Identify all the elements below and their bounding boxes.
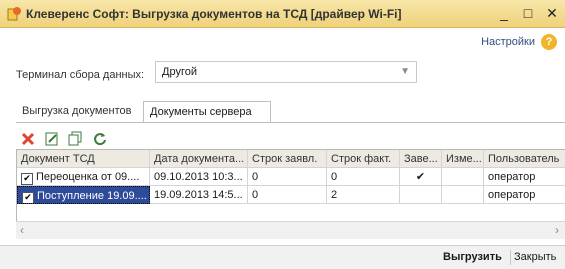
doc-cell[interactable]: ✔ Поступление 19.09.... <box>17 186 150 204</box>
user-cell: оператор <box>484 186 565 204</box>
terminal-select-value: Другой <box>162 66 197 78</box>
actual-cell: 0 <box>327 168 400 186</box>
maximize-button[interactable]: □ <box>521 4 535 22</box>
scroll-left-icon[interactable]: ‹ <box>20 223 24 237</box>
done-cell <box>400 186 442 204</box>
close-button[interactable]: Закрыть <box>514 251 556 263</box>
done-cell: ✔ <box>400 168 442 186</box>
column-header[interactable]: Строк заявл. <box>248 150 327 168</box>
declared-cell: 0 <box>248 168 327 186</box>
column-header[interactable]: Заве... <box>400 150 442 168</box>
row-checkbox[interactable]: ✔ <box>21 173 33 185</box>
refresh-icon[interactable] <box>92 131 108 147</box>
footer-divider <box>510 250 511 265</box>
copy-icon[interactable] <box>68 131 84 147</box>
user-cell: оператор <box>484 168 565 186</box>
changed-cell <box>442 186 484 204</box>
doc-name: Поступление 19.09.... <box>37 190 147 202</box>
column-header[interactable]: Строк факт. <box>327 150 400 168</box>
column-header[interactable]: Пользователь <box>484 150 565 168</box>
title-bar: Клеверенс Софт: Выгрузка документов на Т… <box>0 0 565 28</box>
scroll-right-icon[interactable]: › <box>555 223 559 237</box>
row-checkbox[interactable]: ✔ <box>22 192 34 203</box>
app-icon <box>7 7 21 21</box>
changed-cell <box>442 168 484 186</box>
help-icon[interactable]: ? <box>541 34 557 50</box>
terminal-select[interactable]: Другой ▼ <box>155 61 417 83</box>
toolbar <box>20 131 108 147</box>
dropdown-arrow-icon[interactable]: ▼ <box>400 66 410 77</box>
terminal-label: Терминал сбора данных: <box>16 69 145 81</box>
column-header[interactable]: Документ ТСД <box>17 150 150 168</box>
delete-icon[interactable] <box>20 131 36 147</box>
date-cell: 09.10.2013 10:3... <box>150 168 248 186</box>
settings-label: Настройки <box>481 36 535 48</box>
export-button[interactable]: Выгрузить <box>443 251 502 263</box>
doc-name: Переоценка от 09.... <box>36 171 140 183</box>
table-row[interactable]: ✔ Переоценка от 09.... 09.10.2013 10:3...… <box>17 168 565 186</box>
column-header[interactable]: Изме... <box>442 150 484 168</box>
footer-bar: Выгрузить Закрыть <box>0 245 565 269</box>
tab-export-documents[interactable]: Выгрузка документов <box>16 101 142 123</box>
settings-link[interactable]: Настройки ? <box>481 34 557 50</box>
horizontal-scrollbar[interactable]: ‹ › <box>16 221 565 239</box>
actual-cell: 2 <box>327 186 400 204</box>
edit-icon[interactable] <box>44 131 60 147</box>
minimize-button[interactable]: _ <box>497 4 511 22</box>
doc-cell[interactable]: ✔ Переоценка от 09.... <box>17 168 150 186</box>
table-row[interactable]: ✔ Поступление 19.09.... 19.09.2013 14:5..… <box>17 186 565 204</box>
declared-cell: 0 <box>248 186 327 204</box>
window-title: Клеверенс Софт: Выгрузка документов на Т… <box>26 7 402 21</box>
tab-divider <box>16 122 565 123</box>
close-window-button[interactable]: ✕ <box>545 4 559 22</box>
tab-server-documents[interactable]: Документы сервера <box>143 101 271 123</box>
column-header[interactable]: Дата документа... <box>150 150 248 168</box>
date-cell: 19.09.2013 14:5... <box>150 186 248 204</box>
table-header: Документ ТСД Дата документа... Строк зая… <box>17 150 565 168</box>
